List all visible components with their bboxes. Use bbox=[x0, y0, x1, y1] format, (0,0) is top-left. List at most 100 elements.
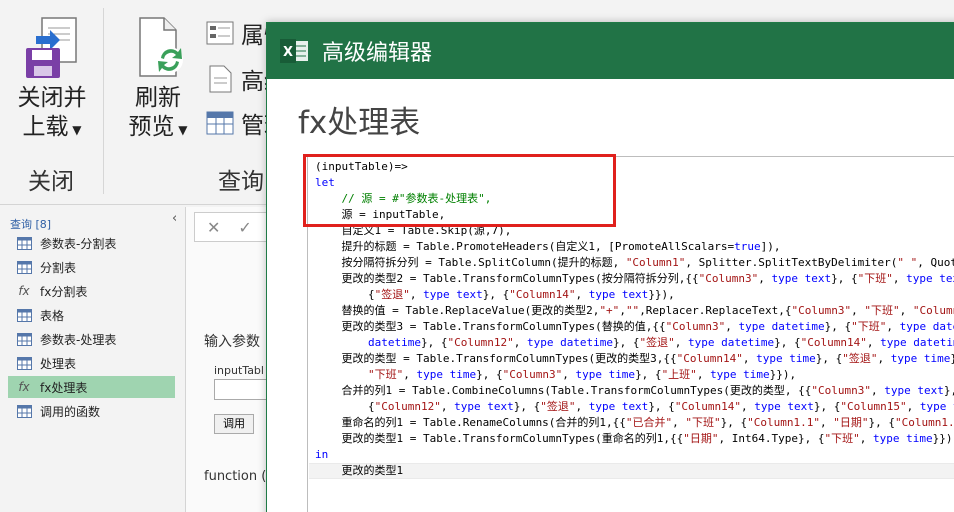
query-item-label: 表格 bbox=[40, 308, 65, 323]
code-token: }, { bbox=[482, 288, 510, 301]
code-token: "Column14" bbox=[676, 352, 743, 365]
confirm-icon[interactable]: ✓ bbox=[238, 218, 251, 237]
code-token: "Column12" bbox=[447, 336, 514, 349]
code-token: "下班" bbox=[851, 320, 887, 333]
cancel-icon[interactable]: ✕ bbox=[207, 218, 220, 237]
code-line: 更改的类型2 = Table.TransformColumnTypes(按分隔符… bbox=[315, 271, 954, 287]
code-token: }}), bbox=[648, 288, 675, 301]
code-token: , bbox=[866, 336, 881, 349]
query-item[interactable]: 处理表 bbox=[8, 352, 175, 374]
query-item[interactable]: 表格 bbox=[8, 304, 175, 326]
code-token: datetime bbox=[367, 336, 421, 349]
highlight-box bbox=[303, 154, 616, 227]
group-close-label: 关闭 bbox=[28, 169, 74, 195]
code-token: }, { bbox=[648, 400, 675, 413]
invoke-button[interactable]: 调用 bbox=[214, 414, 254, 434]
code-token: }, { bbox=[635, 368, 662, 381]
input-table-label: inputTabl bbox=[214, 364, 264, 377]
manage-table-icon bbox=[206, 111, 234, 135]
code-token: in bbox=[315, 448, 329, 461]
table-icon bbox=[16, 260, 32, 274]
query-item[interactable]: 参数表-处理表 bbox=[8, 328, 175, 350]
close-and-load-button[interactable]: 关闭并 上载 ▼ bbox=[10, 14, 94, 145]
code-token: "Column1.1" bbox=[747, 416, 821, 429]
ribbon-separator bbox=[103, 8, 104, 194]
code-token: "" bbox=[625, 304, 640, 317]
refresh-preview-label-2: 预览 ▼ bbox=[128, 114, 188, 140]
code-token: type text bbox=[771, 272, 832, 285]
dropdown-arrow-icon: ▼ bbox=[68, 123, 82, 137]
code-token: "Column1" bbox=[625, 256, 686, 269]
code-line: in bbox=[315, 447, 954, 463]
code-token: type text bbox=[454, 400, 514, 413]
code-token: "日期" bbox=[683, 432, 719, 445]
code-token: "下班" bbox=[685, 416, 721, 429]
query-item[interactable]: 分割表 bbox=[8, 256, 175, 278]
code-token: , bbox=[403, 368, 417, 381]
code-token: }}), bbox=[769, 368, 797, 381]
code-token: , bbox=[513, 336, 527, 349]
function-icon: fx bbox=[18, 380, 30, 394]
code-token: type text bbox=[884, 384, 944, 397]
code-token: 更改的类型1 = Table.TransformColumnTypes(重命名的… bbox=[315, 432, 684, 445]
close-and-load-label-1: 关闭并 bbox=[17, 85, 87, 111]
code-token: " " bbox=[897, 256, 918, 269]
code-token: "+" bbox=[599, 304, 620, 317]
code-token: type text bbox=[588, 400, 649, 413]
code-token: "签退" bbox=[842, 352, 878, 365]
code-token: "签退" bbox=[540, 400, 576, 413]
code-token: type text bbox=[423, 288, 483, 301]
code-token: , bbox=[886, 320, 900, 333]
query-item[interactable]: fx fx分割表 bbox=[8, 280, 175, 302]
code-token: }, { bbox=[613, 336, 640, 349]
query-item[interactable]: 参数表-分割表 bbox=[8, 232, 175, 254]
function-icon: fx bbox=[18, 284, 30, 298]
query-item-label: 参数表-分割表 bbox=[40, 236, 117, 251]
code-token: "签退" bbox=[374, 288, 410, 301]
code-token: type text bbox=[919, 400, 954, 413]
code-line: 更改的类型3 = Table.TransformColumnTypes(替换的值… bbox=[315, 319, 954, 335]
dropdown-arrow-icon: ▼ bbox=[174, 123, 188, 137]
code-token: "Column3" bbox=[811, 384, 871, 397]
code-token: type datetime bbox=[738, 320, 825, 333]
code-token: 更改的类型3 = Table.TransformColumnTypes(替换的值… bbox=[315, 320, 666, 333]
code-token: , QuoteStyle.Csv) bbox=[917, 256, 954, 269]
input-params-label: 输入参数 bbox=[204, 334, 260, 350]
code-token: }, { bbox=[831, 272, 858, 285]
code-token: { bbox=[315, 400, 375, 413]
code-token: , bbox=[892, 272, 907, 285]
query-item[interactable]: fx fx处理表 bbox=[8, 376, 175, 398]
table-icon bbox=[16, 404, 32, 418]
input-table-field[interactable] bbox=[214, 379, 270, 400]
code-token: }, { bbox=[824, 320, 852, 333]
query-item-label: 分割表 bbox=[40, 260, 77, 275]
code-token: "日期" bbox=[833, 416, 869, 429]
function-signature: function ( bbox=[204, 469, 267, 484]
code-token: type text bbox=[754, 400, 814, 413]
code-token: , bbox=[409, 288, 424, 301]
dialog-title: 高级编辑器 bbox=[322, 41, 433, 66]
code-token: , bbox=[674, 336, 689, 349]
code-token: }, { bbox=[815, 352, 843, 365]
code-token: , bbox=[870, 384, 885, 397]
code-token: 按分隔符拆分列 = Table.SplitColumn(提升的标题, bbox=[315, 256, 626, 269]
code-token: }, { bbox=[420, 336, 448, 349]
query-item[interactable]: 调用的函数 bbox=[8, 400, 175, 422]
code-token: type datetime bbox=[526, 336, 614, 349]
code-token: , bbox=[859, 432, 873, 445]
code-token: , bbox=[851, 304, 865, 317]
code-token: type time bbox=[756, 352, 816, 365]
advanced-editor-icon bbox=[209, 65, 232, 93]
code-token: "Column14" bbox=[800, 336, 867, 349]
code-token: type datetime bbox=[880, 336, 954, 349]
code-line: datetime}, {"Column12", type datetime}, … bbox=[315, 335, 954, 351]
code-token: "签退" bbox=[639, 336, 675, 349]
code-token: "下班" bbox=[367, 368, 404, 381]
query-item-label: 处理表 bbox=[40, 356, 77, 371]
code-token: true bbox=[734, 240, 761, 253]
refresh-preview-button[interactable]: 刷新 预览 ▼ bbox=[118, 14, 198, 145]
collapse-chevron-icon[interactable]: ‹ bbox=[172, 211, 177, 226]
query-item-label: fx处理表 bbox=[40, 380, 88, 395]
table-icon bbox=[16, 356, 32, 370]
code-token: type time bbox=[416, 368, 477, 381]
